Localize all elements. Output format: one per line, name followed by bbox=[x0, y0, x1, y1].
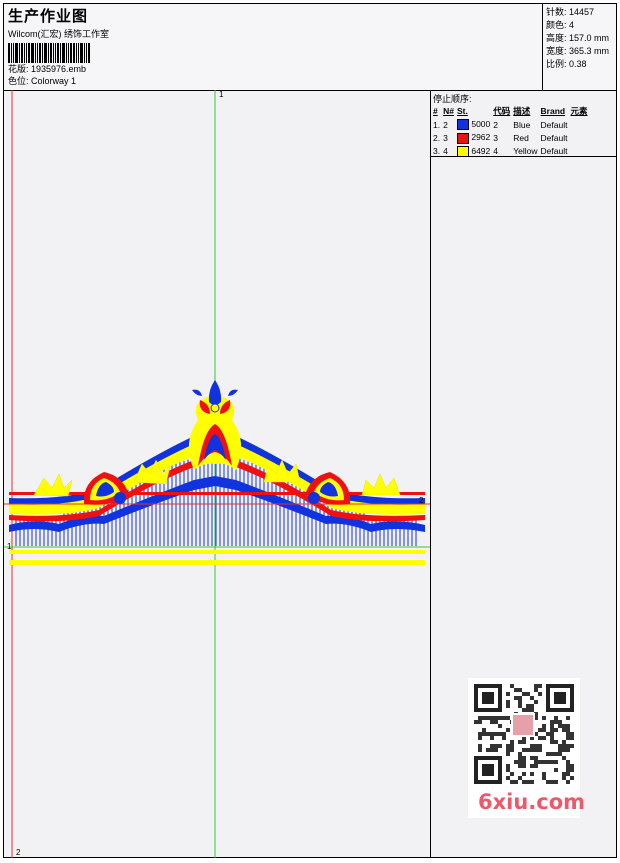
base-band-top bbox=[9, 550, 425, 554]
spec-width: 宽度: 365.3 mm bbox=[546, 46, 610, 56]
design-canvas[interactable]: 1 2 1 2 bbox=[4, 90, 431, 858]
marker-bottom: 2 bbox=[16, 848, 21, 857]
marker-right: 2 bbox=[419, 496, 424, 505]
central-crown-motif bbox=[188, 380, 242, 470]
col-header-element: 元素 bbox=[570, 106, 588, 116]
company-name: Wilcom(汇宏) 绣饰工作室 bbox=[8, 29, 109, 39]
stop-sequence-table: # N# St. 代码 描述 Brand 元素 1. 2 5000 2 Blue… bbox=[433, 104, 591, 158]
col-header-brand: Brand bbox=[540, 106, 566, 116]
col-header-code: 代码 bbox=[493, 106, 511, 116]
col-header-num: # bbox=[433, 106, 438, 116]
watermark-text: 6xiu.com bbox=[478, 790, 586, 814]
spec-height: 高度: 157.0 mm bbox=[546, 33, 610, 43]
stop-sequence-title: 停止顺序: bbox=[433, 94, 472, 104]
col-header-st: St. bbox=[456, 106, 468, 116]
right-fleur-motif bbox=[306, 472, 351, 505]
color-swatch-blue bbox=[456, 119, 469, 131]
color-swatch-red bbox=[456, 132, 469, 144]
header-info: 生产作业图 Wilcom(汇宏) 绣饰工作室 花版: 1935976.emb 色… bbox=[8, 4, 538, 90]
table-header-row: # N# St. 代码 描述 Brand 元素 bbox=[433, 104, 591, 118]
design-file-label: 花版: 1935976.emb bbox=[8, 64, 87, 74]
table-row[interactable]: 1. 2 5000 2 Blue Default bbox=[433, 118, 591, 131]
spec-scale: 比例: 0.38 bbox=[546, 59, 587, 69]
base-band-bottom bbox=[9, 560, 425, 565]
spec-colors: 颜色: 4 bbox=[546, 20, 575, 30]
marker-top: 1 bbox=[219, 90, 224, 99]
panel-divider bbox=[431, 156, 616, 157]
embroidery-preview bbox=[4, 90, 430, 858]
table-row[interactable]: 2. 3 2962 3 Red Default bbox=[433, 131, 591, 144]
page-title: 生产作业图 bbox=[8, 8, 89, 25]
spec-panel: 针数: 14457 颜色: 4 高度: 157.0 mm 宽度: 365.3 m… bbox=[542, 4, 616, 90]
col-header-desc: 描述 bbox=[513, 106, 531, 116]
qr-code-graphic bbox=[474, 684, 574, 784]
col-header-needle: N# bbox=[443, 106, 454, 116]
barcode bbox=[8, 43, 538, 63]
colorway-label: 色位: Colorway 1 bbox=[8, 76, 77, 86]
marker-left: 1 bbox=[7, 542, 12, 551]
spec-stitches: 针数: 14457 bbox=[546, 7, 595, 17]
header: 生产作业图 Wilcom(汇宏) 绣饰工作室 花版: 1935976.emb 色… bbox=[4, 4, 616, 91]
